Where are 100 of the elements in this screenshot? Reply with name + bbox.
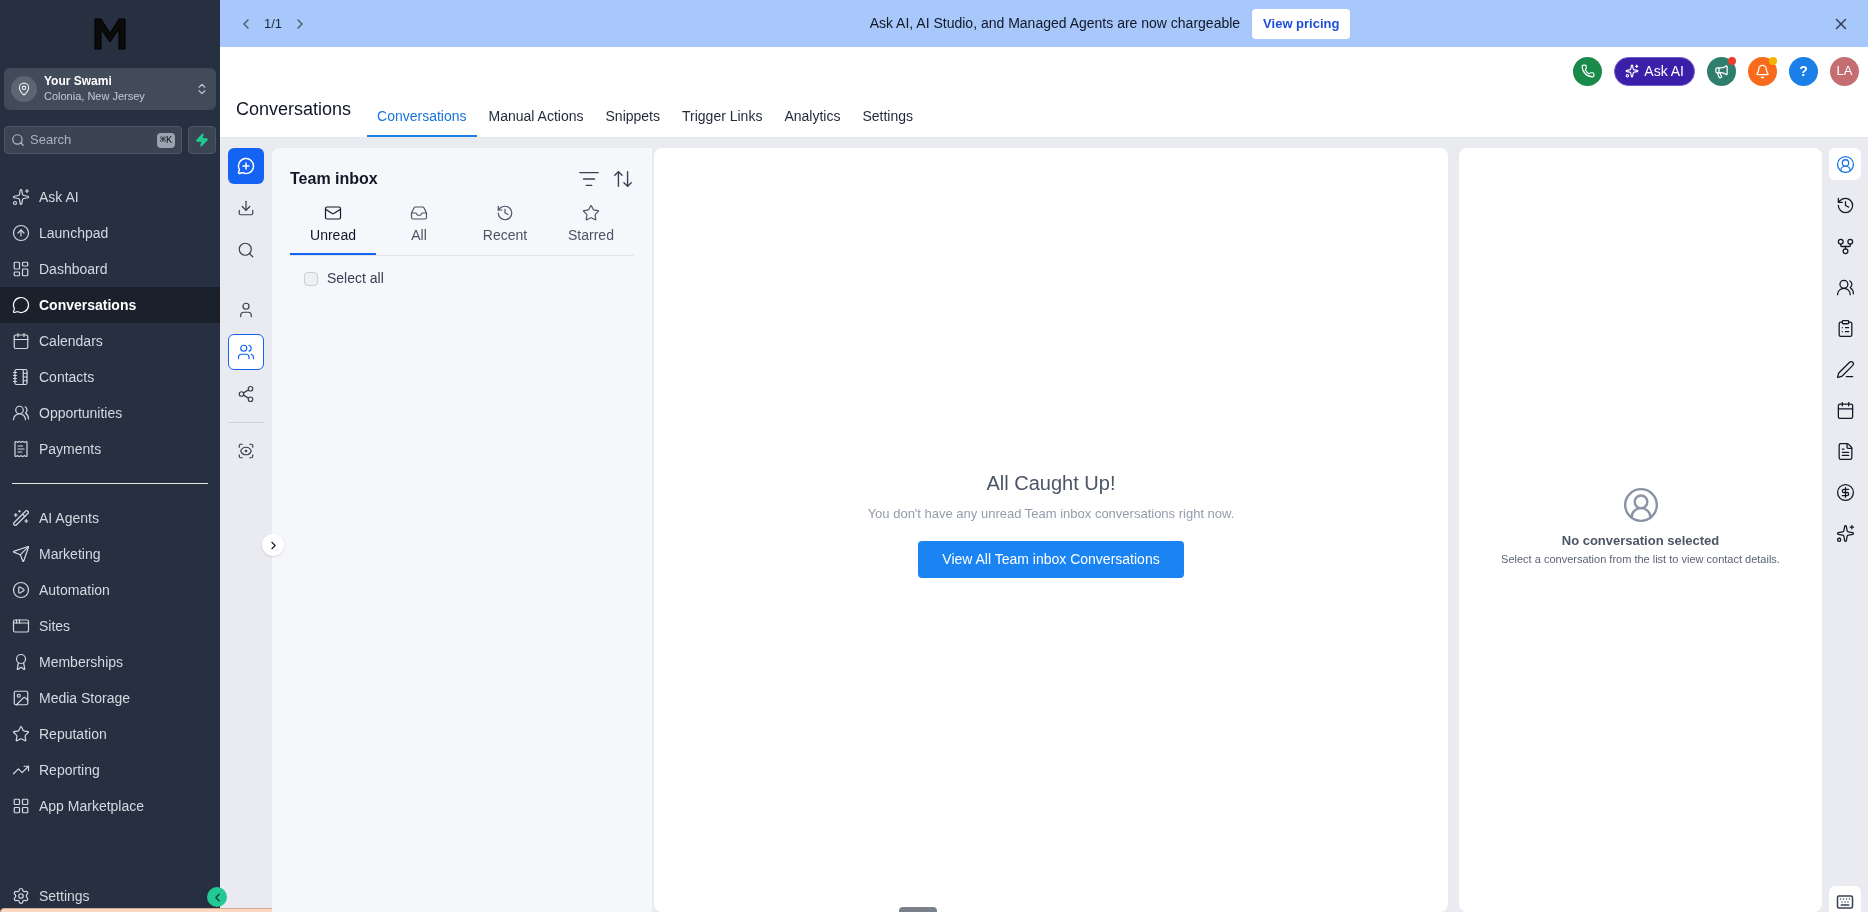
nav-item[interactable]: Sites (0, 608, 220, 644)
account-name: Your Swami (44, 74, 113, 89)
resize-handle[interactable] (899, 907, 937, 912)
image-icon (12, 689, 30, 707)
clock-icon (1835, 195, 1855, 215)
paper-plane-icon (12, 545, 30, 563)
clock-icon (496, 204, 514, 222)
nav-item[interactable]: Launchpad (0, 215, 220, 251)
account-switcher[interactable]: Your Swami Colonia, New Jersey (4, 68, 216, 110)
account-location: Colonia, New Jersey (44, 89, 146, 104)
nav-item[interactable]: Dashboard (0, 251, 220, 287)
map-pin-icon (17, 82, 31, 96)
calendar-icon (1835, 400, 1855, 420)
nav-item[interactable]: Automation (0, 572, 220, 608)
star-icon (582, 204, 600, 222)
user-circle-icon (1835, 154, 1855, 174)
phone-icon (1580, 64, 1595, 78)
pager-count: 1/1 (264, 14, 283, 33)
nav-item[interactable]: Marketing (0, 536, 220, 572)
calendar-icon (12, 332, 30, 350)
nav-item[interactable]: Reporting (0, 752, 220, 788)
page-title: Conversations (236, 98, 352, 121)
inbox-filter-tab[interactable]: Recent (462, 204, 548, 255)
grid-icon (12, 797, 30, 815)
download-icon (237, 199, 255, 217)
eye-icon (237, 442, 255, 460)
keyboard-button[interactable] (1829, 886, 1861, 912)
nav-item[interactable]: Media Storage (0, 680, 220, 716)
notifications-button[interactable] (1748, 56, 1777, 86)
inbox-filter-tab[interactable]: Unread (290, 204, 376, 255)
banner-message: Ask AI, AI Studio, and Managed Agents are now chargeable (869, 14, 1241, 33)
inbox-filter-tab[interactable]: All (376, 204, 462, 255)
announcements-button[interactable] (1707, 56, 1736, 86)
sort-icon[interactable] (612, 168, 634, 190)
empty-state-message: You don't have any unread Team inbox conversations right now. (867, 504, 1235, 523)
inbox-icon (410, 204, 428, 222)
view-pricing-button[interactable]: View pricing (1252, 8, 1351, 39)
empty-state-heading: All Caught Up! (986, 470, 1116, 496)
contacts-book-icon (12, 368, 30, 386)
star-icon (12, 725, 30, 743)
receipt-icon (12, 440, 30, 458)
settings-link[interactable]: Settings (0, 878, 220, 912)
collapse-sidebar-button[interactable] (207, 887, 227, 907)
nav-item[interactable]: Reputation (0, 716, 220, 752)
ask-ai-button[interactable]: Ask AI (1614, 56, 1695, 86)
help-button[interactable]: ? (1789, 56, 1818, 86)
phone-button[interactable] (1573, 56, 1603, 86)
view-all-button[interactable]: View All Team inbox Conversations (918, 541, 1184, 579)
logo (93, 17, 127, 51)
nav-item[interactable]: AI Agents (0, 500, 220, 536)
fork-icon (1835, 236, 1855, 256)
header-tab[interactable]: Trigger Links (672, 97, 773, 137)
search-icon (11, 133, 25, 147)
header-tab[interactable]: Analytics (774, 97, 851, 137)
contact-panel-message: Select a conversation from the list to view contact details. (1501, 551, 1780, 567)
user-avatar[interactable]: LA (1830, 56, 1859, 86)
settings-icon (12, 887, 30, 905)
nav-item[interactable]: App Marketplace (0, 788, 220, 824)
users-icon (237, 343, 255, 361)
shortcut-key: ⌘K (156, 132, 175, 148)
nav-item[interactable]: Contacts (0, 359, 220, 395)
header-tab[interactable]: Manual Actions (478, 97, 594, 137)
users-button[interactable] (228, 334, 264, 370)
lightning-icon (195, 133, 209, 147)
browser-window-icon (12, 617, 30, 635)
nodes-icon (237, 385, 255, 403)
select-all-checkbox[interactable]: Select all (304, 268, 620, 289)
header-tab[interactable]: Snippets (595, 97, 670, 137)
nav-item[interactable]: Memberships (0, 644, 220, 680)
search-icon (237, 241, 255, 259)
user-circle-icon (1621, 486, 1660, 525)
chat-plus-icon (237, 157, 255, 175)
nav-item[interactable]: Conversations (0, 287, 220, 323)
play-circle-icon (12, 581, 30, 599)
search-field[interactable]: Search ⌘K (4, 126, 182, 154)
dollar-icon (1835, 482, 1855, 502)
pen-icon (1835, 359, 1855, 379)
expand-button[interactable] (262, 534, 284, 556)
nav-item[interactable]: Payments (0, 431, 220, 467)
header-tab[interactable]: Settings (852, 97, 924, 137)
user-icon (237, 301, 255, 319)
megaphone-icon (1714, 63, 1729, 79)
people-icon (1835, 277, 1855, 297)
compose-button[interactable] (228, 148, 264, 184)
dashboard-icon (12, 260, 30, 278)
nav-item[interactable]: Ask AI (0, 179, 220, 215)
inbox-title: Team inbox (290, 169, 379, 189)
chat-bubble-icon (12, 296, 30, 314)
envelope-icon (324, 204, 342, 222)
keyboard-icon (1836, 893, 1854, 911)
search-placeholder: Search (30, 131, 73, 150)
nav-item[interactable]: Calendars (0, 323, 220, 359)
contact-panel-title: No conversation selected (1561, 532, 1720, 551)
user-circle-button[interactable] (1829, 148, 1861, 180)
people-icon (12, 404, 30, 422)
bell-icon (1755, 63, 1770, 79)
nav-item[interactable]: Opportunities (0, 395, 220, 431)
quick-action-button[interactable] (188, 126, 216, 154)
inbox-filter-tab[interactable]: Starred (548, 204, 634, 255)
header-tab[interactable]: Conversations (367, 97, 477, 137)
